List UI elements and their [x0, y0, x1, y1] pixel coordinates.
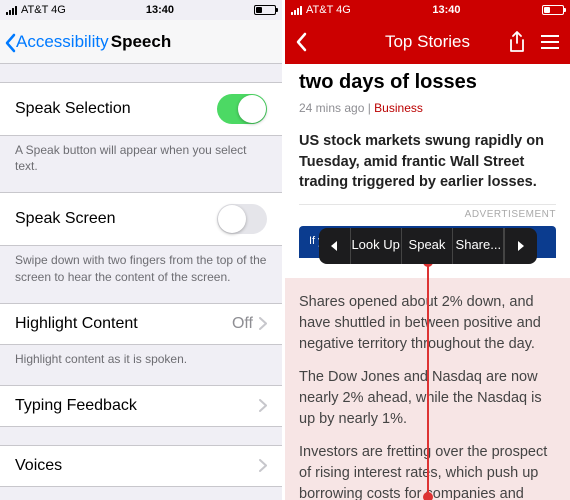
share-button[interactable] — [508, 31, 526, 53]
row-label: Typing Feedback — [15, 397, 137, 415]
chevron-left-icon — [4, 33, 16, 51]
menu-next-button[interactable] — [504, 228, 536, 264]
settings-screen: AT&T 4G 13:40 Accessibility Speech Speak… — [0, 0, 285, 500]
nav-bar: Accessibility Speech — [0, 20, 282, 64]
battery-icon — [254, 5, 276, 15]
selection-line — [427, 266, 429, 495]
share-menu-button[interactable]: Share... — [453, 228, 504, 264]
signal-icon — [6, 6, 17, 15]
carrier-label: AT&T 4G — [306, 4, 351, 16]
speak-screen-helper: Swipe down with two fingers from the top… — [0, 246, 282, 284]
speak-selection-toggle[interactable] — [217, 94, 267, 124]
row-label: Highlight Content — [15, 315, 138, 333]
menu-prev-button[interactable] — [319, 228, 351, 264]
speak-selection-helper: A Speak button will appear when you sele… — [0, 136, 282, 174]
speak-selection-row[interactable]: Speak Selection — [0, 82, 282, 136]
battery-icon — [542, 5, 564, 15]
highlight-helper: Highlight content as it is spoken. — [0, 345, 282, 367]
article-summary: US stock markets swung rapidly on Tuesda… — [299, 131, 556, 192]
status-bar: AT&T 4G 13:40 — [0, 0, 282, 20]
text-selection-menu: Look Up Speak Share... — [319, 228, 537, 264]
status-bar: AT&T 4G 13:40 — [285, 0, 570, 20]
signal-icon — [291, 6, 302, 15]
chevron-right-icon — [259, 399, 267, 412]
row-label: Speak Selection — [15, 100, 131, 118]
row-value: Off — [232, 315, 253, 333]
back-button[interactable] — [295, 32, 307, 52]
speak-screen-toggle[interactable] — [217, 204, 267, 234]
voices-row[interactable]: Voices — [0, 445, 282, 487]
back-button[interactable]: Accessibility — [0, 32, 109, 52]
article-meta: 24 mins ago | Business — [299, 100, 556, 117]
lookup-button[interactable]: Look Up — [351, 228, 402, 264]
clock: 13:40 — [432, 4, 460, 16]
row-label: Voices — [15, 457, 62, 475]
highlight-content-row[interactable]: Highlight Content Off — [0, 303, 282, 345]
speaking-rate-header: SPEAKING RATE — [0, 487, 282, 500]
ad-label: ADVERTISEMENT — [299, 208, 556, 223]
chevron-right-icon — [259, 317, 267, 330]
meta-category[interactable]: Business — [374, 101, 423, 115]
selection-handle-end[interactable] — [423, 492, 433, 500]
chevron-right-icon — [259, 459, 267, 472]
menu-button[interactable] — [540, 34, 560, 50]
speak-screen-row[interactable]: Speak Screen — [0, 192, 282, 246]
article-body[interactable]: two days of losses 24 mins ago | Busines… — [285, 64, 570, 500]
headline: two days of losses — [299, 70, 556, 94]
row-label: Speak Screen — [15, 210, 116, 228]
back-label: Accessibility — [16, 32, 109, 52]
news-screen: AT&T 4G 13:40 Top Stories two days of lo… — [285, 0, 570, 500]
meta-time: 24 mins ago — [299, 101, 364, 115]
speak-button[interactable]: Speak — [402, 228, 453, 264]
news-nav-bar: Top Stories — [285, 20, 570, 64]
clock: 13:40 — [146, 4, 174, 16]
carrier-label: AT&T 4G — [21, 4, 66, 16]
settings-list: Speak Selection A Speak button will appe… — [0, 64, 282, 500]
typing-feedback-row[interactable]: Typing Feedback — [0, 385, 282, 427]
